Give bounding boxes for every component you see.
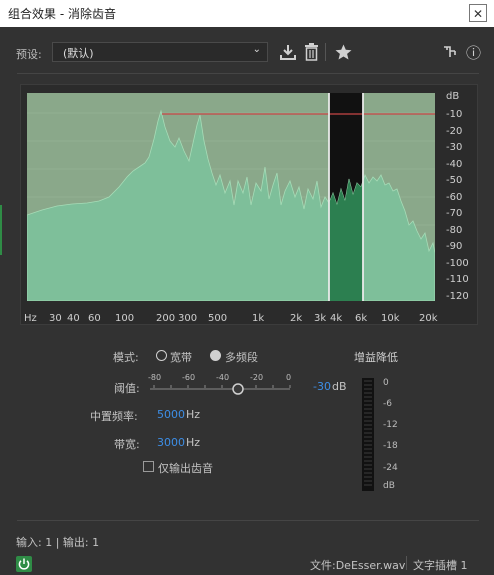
text-slot: 文字插槽 1 bbox=[413, 559, 468, 572]
separator bbox=[17, 520, 479, 521]
freq-label: 100 bbox=[115, 313, 135, 324]
freq-label: 3k bbox=[314, 313, 327, 324]
center-freq-value[interactable]: 5000 bbox=[157, 408, 185, 421]
threshold-label: 阈值: bbox=[114, 382, 140, 395]
title-bar: 组合效果 - 消除齿音 ✕ bbox=[0, 0, 494, 27]
freq-label: Hz bbox=[24, 313, 37, 324]
threshold-tick: -40 bbox=[216, 373, 230, 382]
mode-broadband-label[interactable]: 宽带 bbox=[170, 349, 192, 365]
gain-reduction-title: 增益降低 bbox=[354, 351, 398, 364]
mode-label: 模式: bbox=[113, 351, 139, 364]
center-freq-label: 中置频率: bbox=[90, 410, 138, 423]
db-label: -80 bbox=[446, 225, 463, 236]
db-label: -70 bbox=[446, 208, 463, 219]
freq-label: 10k bbox=[381, 313, 400, 324]
status-divider bbox=[406, 556, 407, 570]
band-fill bbox=[329, 179, 363, 301]
threshold-tick: -60 bbox=[182, 373, 196, 382]
meter-label: -24 bbox=[383, 463, 398, 473]
threshold-unit: dB bbox=[332, 380, 347, 393]
meter-label: 0 bbox=[383, 378, 389, 388]
freq-label: 2k bbox=[290, 313, 303, 324]
close-button[interactable]: ✕ bbox=[469, 4, 487, 22]
preset-label: 预设: bbox=[16, 48, 42, 61]
threshold-slider-handle bbox=[232, 383, 244, 395]
download-icon[interactable] bbox=[279, 44, 297, 61]
meter-label: dB bbox=[383, 481, 395, 491]
db-label: -100 bbox=[446, 258, 469, 269]
freq-label: 500 bbox=[208, 313, 228, 324]
db-label: -40 bbox=[446, 159, 463, 170]
freq-label: 40 bbox=[67, 313, 80, 324]
db-label: -60 bbox=[446, 192, 463, 203]
mode-multiband-radio[interactable] bbox=[210, 350, 221, 361]
db-label: -20 bbox=[446, 126, 463, 137]
toolbar-divider bbox=[325, 43, 326, 61]
freq-label: 4k bbox=[330, 313, 343, 324]
db-label: -110 bbox=[446, 274, 469, 285]
threshold-value[interactable]: -30 bbox=[313, 380, 331, 393]
routing-icon[interactable] bbox=[443, 45, 457, 59]
io-summary: 输入: 1 | 输出: 1 bbox=[16, 536, 100, 549]
db-label: dB bbox=[446, 91, 460, 102]
spectrum-graph[interactable] bbox=[27, 93, 435, 301]
threshold-tick: -20 bbox=[250, 373, 264, 382]
output-only-checkbox[interactable] bbox=[143, 461, 154, 472]
power-button[interactable] bbox=[16, 556, 32, 572]
db-label: -10 bbox=[446, 109, 463, 120]
file-name: 文件:DeEsser.wav bbox=[310, 559, 406, 572]
mode-multiband-label[interactable]: 多频段 bbox=[225, 349, 258, 365]
star-icon[interactable] bbox=[335, 44, 352, 60]
freq-label: 300 bbox=[178, 313, 198, 324]
db-label: -90 bbox=[446, 241, 463, 252]
preset-value: (默认) bbox=[63, 47, 94, 60]
bandwidth-value[interactable]: 3000 bbox=[157, 436, 185, 449]
mode-broadband-radio[interactable] bbox=[156, 350, 167, 361]
db-label: -120 bbox=[446, 291, 469, 302]
chevron-down-icon: ⌄ bbox=[252, 44, 261, 55]
threshold-slider[interactable] bbox=[148, 382, 294, 396]
output-only-label[interactable]: 仅输出齿音 bbox=[158, 460, 213, 476]
bandwidth-label: 带宽: bbox=[114, 438, 140, 451]
bandwidth-unit: Hz bbox=[186, 436, 201, 449]
freq-label: 30 bbox=[49, 313, 62, 324]
meter-label: -18 bbox=[383, 441, 398, 451]
power-icon bbox=[18, 558, 30, 570]
trash-icon[interactable] bbox=[304, 43, 319, 61]
freq-label: 1k bbox=[252, 313, 265, 324]
window-edge-accent bbox=[0, 205, 2, 255]
freq-label: 60 bbox=[88, 313, 101, 324]
db-label: -30 bbox=[446, 142, 463, 153]
gain-reduction-meter bbox=[362, 378, 374, 491]
freq-label: 20k bbox=[419, 313, 438, 324]
threshold-tick: -80 bbox=[148, 373, 162, 382]
preset-dropdown[interactable]: (默认) ⌄ bbox=[52, 42, 268, 62]
center-freq-unit: Hz bbox=[186, 408, 201, 421]
meter-label: -6 bbox=[383, 399, 392, 409]
separator bbox=[17, 73, 479, 74]
window-title: 组合效果 - 消除齿音 bbox=[8, 7, 116, 21]
freq-label: 200 bbox=[156, 313, 176, 324]
db-label: -50 bbox=[446, 175, 463, 186]
info-icon[interactable]: ⓘ bbox=[466, 42, 481, 63]
freq-label: 6k bbox=[355, 313, 368, 324]
threshold-tick: 0 bbox=[286, 373, 292, 382]
meter-label: -12 bbox=[383, 420, 398, 430]
